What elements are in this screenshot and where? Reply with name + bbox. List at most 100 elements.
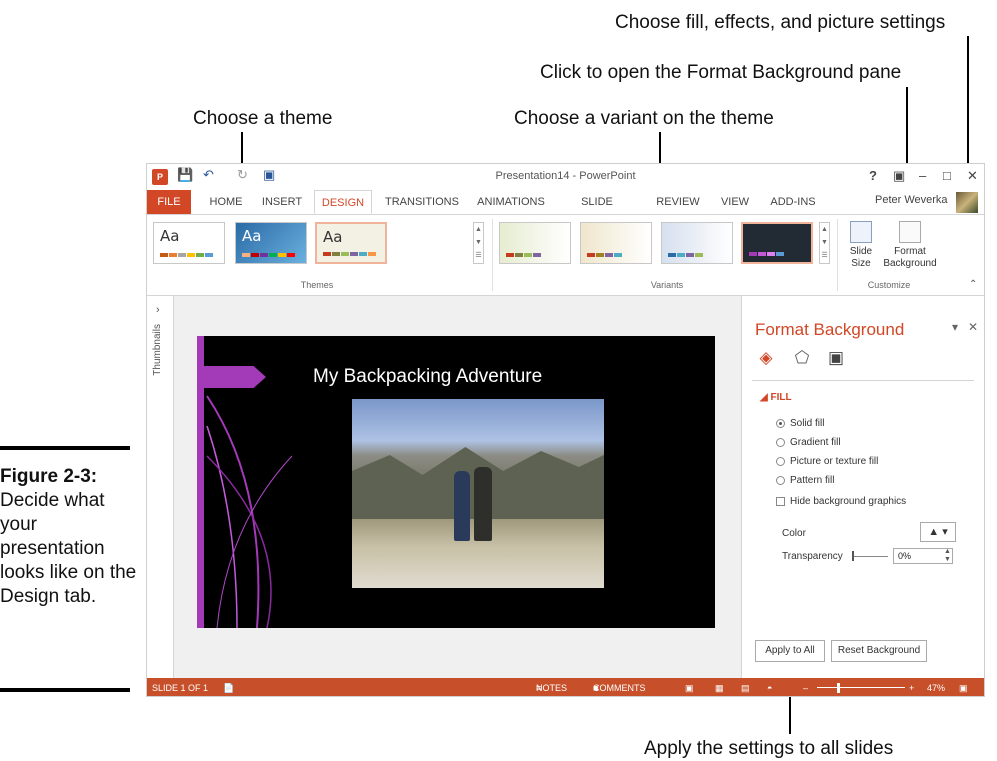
tab-review[interactable]: REVIEW bbox=[653, 190, 703, 214]
minimize-icon[interactable]: – bbox=[919, 168, 926, 183]
zoom-slider-thumb[interactable] bbox=[837, 683, 840, 693]
fill-header-label: FILL bbox=[770, 392, 792, 403]
slide-photo[interactable] bbox=[352, 399, 604, 588]
callout-theme: Choose a theme bbox=[193, 108, 333, 129]
avatar[interactable] bbox=[956, 192, 978, 213]
transparency-slider-thumb[interactable] bbox=[852, 551, 854, 561]
ribbon-tabs: FILE HOME INSERT DESIGN TRANSITIONS ANIM… bbox=[147, 190, 984, 232]
pane-options-icon[interactable]: ▾ bbox=[952, 320, 958, 334]
callout-variant: Choose a variant on the theme bbox=[514, 108, 774, 129]
variant-1[interactable] bbox=[499, 222, 571, 264]
hide-background-label: Hide background graphics bbox=[790, 496, 907, 507]
theme-sample-text: Aa bbox=[323, 228, 343, 246]
fill-section-header[interactable]: ◢ FILL bbox=[760, 392, 792, 403]
zoom-out-icon[interactable]: – bbox=[803, 678, 808, 696]
group-label-themes: Themes bbox=[300, 280, 334, 290]
slide-title[interactable]: My Backpacking Adventure bbox=[313, 366, 542, 388]
fill-icon[interactable]: ◈ bbox=[756, 348, 776, 368]
tab-file[interactable]: FILE bbox=[147, 190, 191, 214]
group-separator bbox=[837, 219, 838, 291]
color-label: Color bbox=[782, 528, 806, 539]
format-background-pane: Format Background ▾ ✕ ◈ ⬠ ▣ ◢ FILL Solid… bbox=[741, 296, 984, 678]
gradient-fill-option[interactable]: Gradient fill bbox=[776, 437, 841, 448]
tab-slide-show[interactable]: SLIDE SHOW bbox=[565, 190, 629, 232]
expand-thumbnails-icon[interactable]: › bbox=[156, 304, 160, 316]
pane-close-icon[interactable]: ✕ bbox=[968, 320, 978, 334]
tab-design[interactable]: DESIGN bbox=[314, 190, 372, 214]
caption-rule-top bbox=[0, 446, 130, 450]
gradient-fill-radio[interactable] bbox=[776, 438, 785, 447]
slide-sorter-icon[interactable]: ▦ bbox=[715, 678, 724, 696]
close-icon[interactable]: ✕ bbox=[967, 168, 978, 184]
collapse-ribbon-icon[interactable]: ⌃ bbox=[969, 279, 977, 290]
pattern-fill-radio[interactable] bbox=[776, 476, 785, 485]
effects-icon[interactable]: ⬠ bbox=[792, 348, 812, 368]
pattern-fill-option[interactable]: Pattern fill bbox=[776, 475, 834, 486]
variant-swatches bbox=[749, 252, 784, 256]
hide-background-option[interactable]: Hide background graphics bbox=[776, 496, 906, 507]
theme-ion[interactable]: Aa bbox=[235, 222, 307, 264]
user-name[interactable]: Peter Weverka bbox=[875, 194, 948, 206]
spell-check-icon[interactable]: 📄 bbox=[223, 678, 234, 696]
variant-3[interactable] bbox=[661, 222, 733, 264]
tab-home[interactable]: HOME bbox=[201, 190, 251, 214]
format-background-icon bbox=[899, 221, 921, 243]
photo-person bbox=[474, 467, 492, 541]
transparency-spinner[interactable]: ▲ ▼ bbox=[944, 548, 951, 564]
picture-icon[interactable]: ▣ bbox=[826, 348, 846, 368]
caption-rule-bottom bbox=[0, 688, 130, 692]
slideshow-icon[interactable]: ◓ bbox=[767, 678, 772, 696]
fit-to-window-icon[interactable]: ▣ bbox=[959, 678, 968, 696]
picture-fill-option[interactable]: Picture or texture fill bbox=[776, 456, 878, 467]
transparency-label: Transparency bbox=[782, 551, 843, 562]
tab-add-ins[interactable]: ADD-INS bbox=[765, 190, 821, 214]
tab-animations[interactable]: ANIMATIONS bbox=[475, 190, 547, 214]
thumbnails-label: Thumbnails bbox=[152, 324, 163, 376]
callout-fill-effects: Choose fill, effects, and picture settin… bbox=[615, 12, 946, 33]
variant-swatches bbox=[506, 253, 541, 257]
figure-text: Decide what your presentation looks like… bbox=[0, 490, 137, 607]
powerpoint-window: P 💾 ↶ ↻ ▣ Presentation14 - PowerPoint ? … bbox=[146, 163, 985, 697]
maximize-icon[interactable]: □ bbox=[943, 168, 951, 183]
theme-office[interactable]: Aa bbox=[153, 222, 225, 264]
thumbnails-strip[interactable]: › Thumbnails bbox=[147, 296, 174, 678]
pane-title: Format Background bbox=[755, 320, 905, 339]
format-background-label: Format Background bbox=[883, 246, 937, 269]
variant-4-selected[interactable] bbox=[741, 222, 813, 264]
theme-selected[interactable]: Aa bbox=[315, 222, 387, 264]
transparency-slider[interactable] bbox=[852, 556, 888, 557]
slide-counter[interactable]: SLIDE 1 OF 1 bbox=[152, 678, 208, 696]
zoom-in-icon[interactable]: + bbox=[909, 678, 914, 696]
reading-view-icon[interactable]: ▤ bbox=[741, 678, 750, 696]
tab-view[interactable]: VIEW bbox=[715, 190, 755, 214]
zoom-slider[interactable] bbox=[817, 687, 905, 688]
status-bar: SLIDE 1 OF 1 📄 ≡ NOTES ■ COMMENTS ▣ ▦ ▤ … bbox=[147, 678, 984, 696]
hide-background-checkbox[interactable] bbox=[776, 497, 785, 506]
zoom-level[interactable]: 47% bbox=[927, 678, 945, 696]
ribbon-display-options-icon[interactable]: ▣ bbox=[893, 168, 905, 184]
picture-fill-radio[interactable] bbox=[776, 457, 785, 466]
themes-scroll[interactable]: ▲ ▼ ☰ bbox=[473, 222, 484, 264]
help-icon[interactable]: ? bbox=[869, 168, 877, 183]
color-picker-button[interactable]: ▲ ▾ bbox=[920, 522, 956, 542]
variant-swatches bbox=[587, 253, 622, 257]
variants-scroll[interactable]: ▲ ▼ ☰ bbox=[819, 222, 830, 264]
slide-decorative-curves bbox=[206, 395, 293, 628]
solid-fill-radio[interactable] bbox=[776, 419, 785, 428]
format-background-button[interactable]: Format Background bbox=[883, 221, 937, 270]
variant-2[interactable] bbox=[580, 222, 652, 264]
ribbon-design: Aa Aa Aa ▲ ▼ ☰ Themes ▲ ▼ ☰ Variants Slide S… bbox=[147, 215, 984, 296]
photo-person bbox=[454, 471, 470, 541]
normal-view-icon[interactable]: ▣ bbox=[685, 678, 694, 696]
reset-background-button[interactable]: Reset Background bbox=[831, 640, 927, 662]
tab-transitions[interactable]: TRANSITIONS bbox=[385, 190, 459, 214]
window-title: Presentation14 - PowerPoint bbox=[495, 170, 636, 182]
solid-fill-option[interactable]: Solid fill bbox=[776, 418, 824, 429]
tab-insert[interactable]: INSERT bbox=[257, 190, 307, 214]
pattern-fill-label: Pattern fill bbox=[790, 475, 835, 486]
callout-apply-all: Apply the settings to all slides bbox=[644, 738, 894, 759]
apply-to-all-button[interactable]: Apply to All bbox=[755, 640, 825, 662]
slide-canvas[interactable]: My Backpacking Adventure bbox=[197, 336, 715, 628]
figure-caption: Figure 2-3: Decide what your presentatio… bbox=[0, 465, 140, 609]
slide-size-button[interactable]: Slide Size bbox=[841, 221, 881, 270]
